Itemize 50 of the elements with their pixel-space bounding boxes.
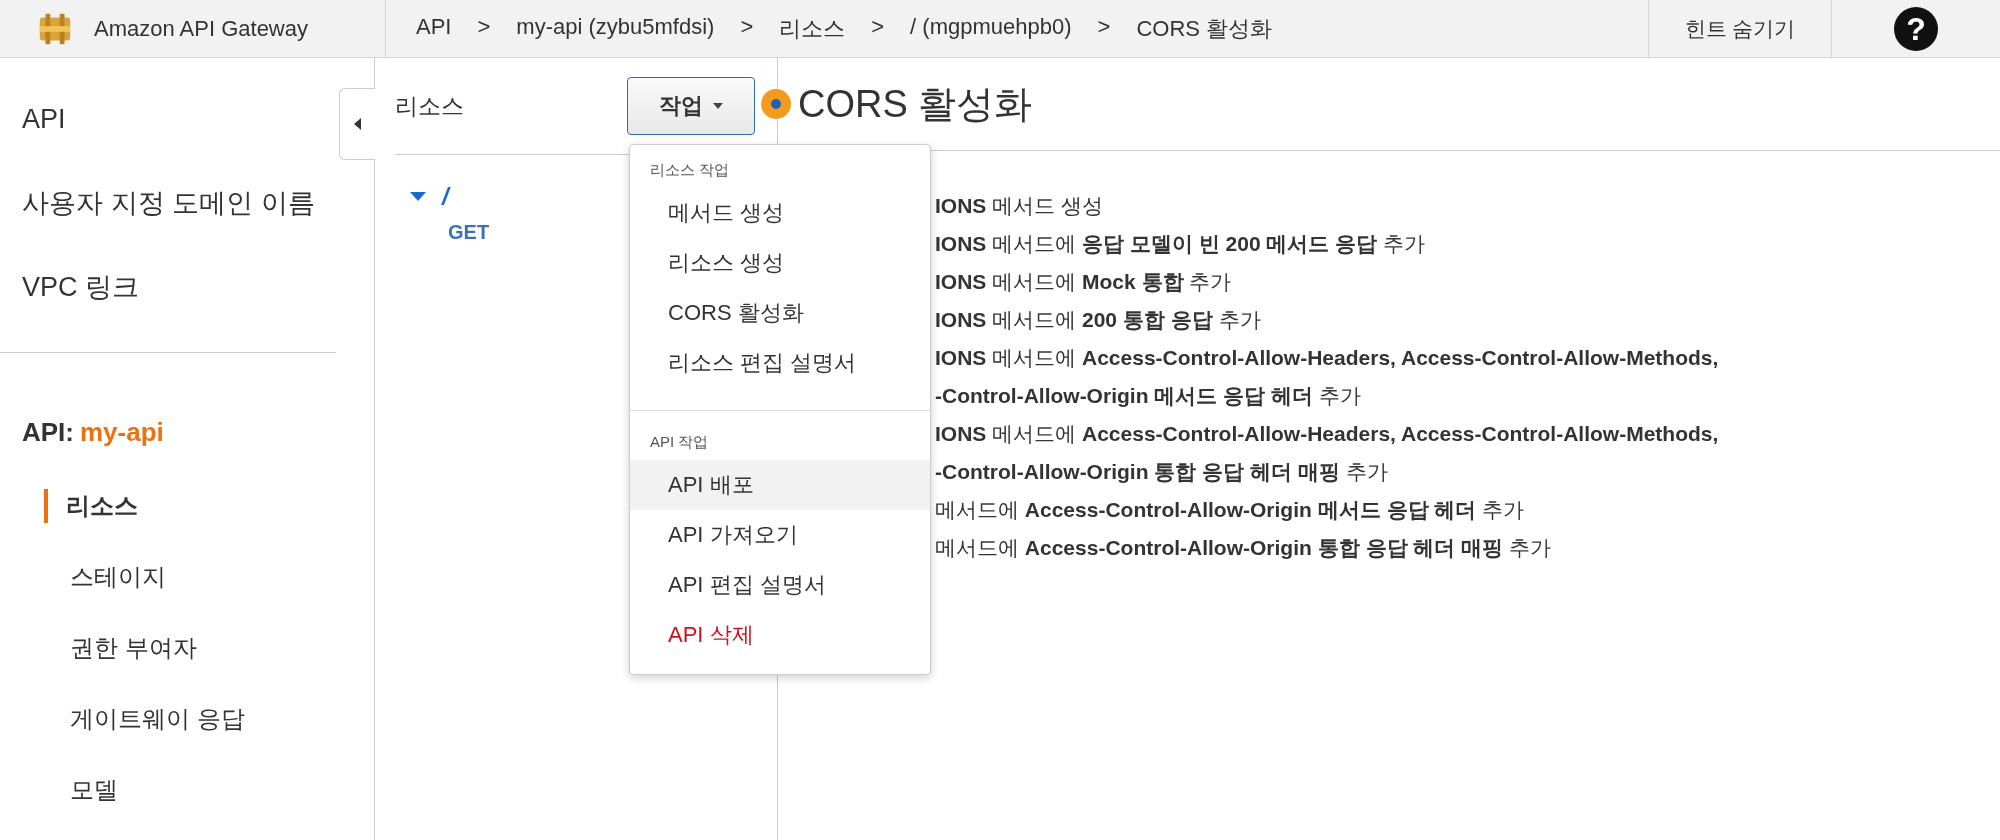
breadcrumb-separator: >: [871, 13, 885, 41]
sidebar-item[interactable]: VPC 링크: [0, 268, 140, 306]
api-label: API:: [22, 417, 74, 447]
menu-item[interactable]: API 배포: [630, 460, 930, 510]
collapse-arrow-icon: [352, 117, 363, 131]
step-text: IONS 메서드에 응답 모델이 빈 200 메서드 응답 추가: [935, 231, 1427, 257]
breadcrumb-separator: >: [740, 13, 754, 41]
menu-item[interactable]: CORS 활성화: [630, 288, 930, 338]
menu-item[interactable]: API 삭제: [630, 610, 930, 660]
sidebar-item[interactable]: 사용자 지정 도메인 이름: [0, 184, 315, 222]
breadcrumb-link[interactable]: API: [416, 13, 452, 44]
menu-item[interactable]: 메서드 생성: [630, 188, 930, 238]
api-name: my-api: [80, 417, 164, 447]
sidebar-item[interactable]: 권한 부여자: [44, 631, 197, 665]
caret-icon: [713, 103, 723, 109]
step-text: -Control-Allow-Origin 메서드 응답 헤더 추가: [935, 383, 1362, 409]
sidebar-item[interactable]: 스테이지: [44, 560, 166, 594]
step-text: 메서드에 Access-Control-Allow-Origin 통합 응답 헤더 매핑 추가: [935, 535, 1553, 561]
breadcrumb-link[interactable]: my-api (zybu5mfdsi): [516, 13, 715, 44]
menu-item[interactable]: 리소스 편집 설명서: [630, 338, 930, 388]
breadcrumb-link[interactable]: 리소스: [779, 13, 846, 44]
breadcrumb-separator: >: [1097, 13, 1111, 41]
step-text: -Control-Allow-Origin 통합 응답 헤더 매핑 추가: [935, 459, 1389, 485]
menu-heading: API 작업: [649, 433, 710, 452]
step-text: 메서드에 Access-Control-Allow-Origin 메서드 응답 헤더 추가: [935, 497, 1526, 523]
hide-hints-button[interactable]: 힌트 숨기기: [1648, 0, 1832, 57]
breadcrumb-link[interactable]: CORS 활성화: [1136, 13, 1273, 44]
step-text: IONS 메서드에 Access-Control-Allow-Headers, Access-Control-Allow-Methods,: [935, 421, 1720, 447]
step-text: IONS 메서드 생성: [935, 193, 1104, 219]
page-title: CORS 활성화: [798, 81, 1033, 127]
breadcrumb-separator: >: [477, 13, 491, 41]
step-text: IONS 메서드에 200 통합 응답 추가: [935, 307, 1262, 333]
hint-dot-icon[interactable]: [760, 88, 792, 120]
expand-arrow-icon[interactable]: [410, 192, 426, 202]
sidebar-item[interactable]: 리소스: [44, 489, 138, 523]
menu-item[interactable]: API 편집 설명서: [630, 560, 930, 610]
sidebar-item[interactable]: API: [0, 100, 66, 138]
sidebar-item[interactable]: 게이트웨이 응답: [44, 702, 245, 736]
menu-item[interactable]: API 가져오기: [630, 510, 930, 560]
product-name: Amazon API Gateway: [94, 15, 308, 42]
step-text: IONS 메서드에 Access-Control-Allow-Headers, Access-Control-Allow-Methods,: [935, 345, 1720, 371]
menu-heading: 리소스 작업: [649, 161, 731, 180]
resource-path[interactable]: /: [442, 183, 449, 211]
sidebar-item[interactable]: 모델: [44, 773, 118, 807]
actions-button[interactable]: 작업: [627, 77, 755, 135]
breadcrumb-link[interactable]: / (mgpmuehpb0): [910, 13, 1072, 44]
help-button[interactable]: ?: [1894, 6, 1938, 51]
step-text: IONS 메서드에 Mock 통합 추가: [935, 269, 1233, 295]
panel-title: 리소스: [395, 91, 464, 121]
menu-item[interactable]: 리소스 생성: [630, 238, 930, 288]
